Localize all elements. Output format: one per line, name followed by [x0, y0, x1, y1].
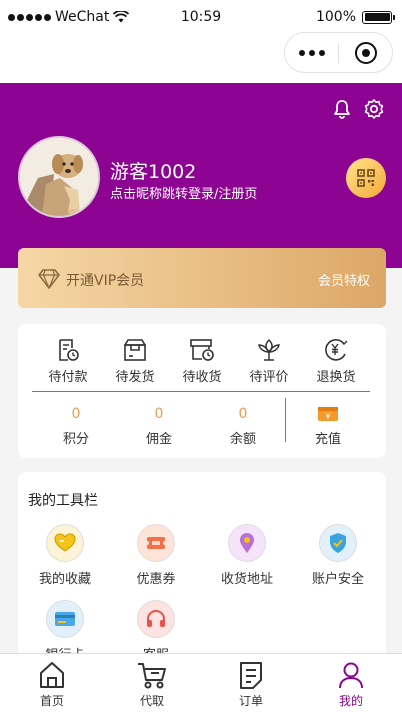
status-bar: WeChat 10:59 100%	[0, 0, 402, 36]
tab-home[interactable]: 首页	[22, 660, 82, 709]
pending-review-icon	[258, 338, 280, 361]
user-profile-icon	[339, 662, 363, 689]
tab-label: 我的	[338, 694, 363, 708]
tool-account-security[interactable]: 账户安全	[298, 524, 378, 587]
orders-card: 待付款 待发货 待收货 待评价 退换货 0 积分 0 佣金 0 余额 ¥ 充值	[18, 324, 386, 458]
qr-code-icon	[357, 169, 375, 187]
asset-commission[interactable]: 0 佣金	[129, 406, 189, 447]
svg-text:¥: ¥	[325, 412, 330, 421]
settings-gear-icon[interactable]	[362, 97, 386, 121]
order-pending-shipment[interactable]: 待发货	[105, 338, 165, 385]
recharge-icon: ¥	[318, 407, 338, 421]
order-list-icon	[240, 662, 262, 689]
asset-label: 余额	[229, 432, 256, 447]
tab-label: 代取	[139, 694, 164, 708]
asset-points[interactable]: 0 积分	[46, 406, 106, 447]
bank-card-icon	[46, 600, 84, 638]
tool-address[interactable]: 收货地址	[207, 524, 287, 587]
tool-label: 我的收藏	[38, 572, 91, 587]
asset-label: 积分	[62, 432, 89, 447]
username[interactable]: 游客1002	[110, 157, 196, 184]
order-pending-review[interactable]: 待评价	[239, 338, 299, 385]
tab-label: 订单	[238, 694, 263, 708]
tool-label: 收货地址	[220, 572, 273, 587]
tools-title: 我的工具栏	[28, 493, 98, 509]
headset-icon	[137, 600, 175, 638]
order-pending-payment[interactable]: 待付款	[38, 338, 98, 385]
asset-balance[interactable]: 0 余额	[213, 406, 273, 447]
avatar[interactable]	[18, 136, 100, 218]
tool-label: 账户安全	[311, 572, 364, 587]
tab-label: 首页	[39, 694, 64, 708]
vip-card[interactable]: 开通VIP会员 会员特权	[18, 248, 386, 308]
home-icon	[40, 662, 64, 688]
recharge-button[interactable]: ¥ 充值	[298, 406, 358, 447]
notification-bell-icon[interactable]	[330, 97, 354, 121]
recharge-label: 充值	[314, 432, 341, 447]
order-label: 待发货	[115, 370, 155, 385]
bottom-tab-bar: 首页 代取 订单 我的	[0, 653, 402, 712]
login-hint[interactable]: 点击昵称跳转登录/注册页	[110, 183, 257, 202]
asset-label: 佣金	[145, 432, 172, 447]
more-menu-icon[interactable]	[285, 49, 338, 56]
order-label: 待评价	[249, 370, 289, 385]
battery-icon	[362, 10, 395, 24]
pending-shipment-icon	[124, 339, 146, 361]
tool-label: 优惠券	[136, 572, 176, 587]
coupon-icon	[137, 524, 175, 562]
close-miniprogram-icon[interactable]	[339, 41, 392, 64]
asset-value: 0	[238, 406, 248, 422]
diamond-icon	[38, 269, 60, 289]
tools-card: 我的工具栏 我的收藏 优惠券 收货地址 账户安全	[18, 472, 386, 672]
order-label: 待付款	[48, 370, 88, 385]
dog-photo-icon	[20, 138, 98, 216]
asset-value: 0	[71, 406, 81, 422]
refund-icon	[325, 339, 348, 361]
asset-value: 0	[154, 406, 164, 422]
pending-receipt-icon	[190, 339, 214, 361]
miniprogram-capsule	[284, 32, 393, 73]
vertical-divider	[285, 398, 286, 442]
tab-pickup[interactable]: 代取	[122, 660, 182, 709]
tool-coupons[interactable]: 优惠券	[116, 524, 196, 587]
tab-orders[interactable]: 订单	[221, 660, 281, 709]
order-refund[interactable]: 退换货	[306, 338, 366, 385]
vip-title: 开通VIP会员	[66, 273, 145, 289]
order-pending-receipt[interactable]: 待收货	[172, 338, 232, 385]
tool-favorites[interactable]: 我的收藏	[25, 524, 105, 587]
battery-indicator: 100%	[315, 9, 395, 25]
pending-payment-icon	[59, 339, 79, 361]
order-label: 待收货	[182, 370, 222, 385]
vip-privilege-link[interactable]: 会员特权	[318, 270, 370, 289]
section-divider	[32, 391, 370, 392]
tab-mine[interactable]: 我的	[321, 660, 381, 709]
battery-percent: 100%	[315, 9, 356, 25]
favorites-heart-icon	[46, 524, 84, 562]
delivery-cart-icon	[138, 663, 166, 689]
location-pin-icon	[228, 524, 266, 562]
qr-code-button[interactable]	[346, 158, 386, 198]
order-label: 退换货	[316, 370, 356, 385]
shield-check-icon	[319, 524, 357, 562]
